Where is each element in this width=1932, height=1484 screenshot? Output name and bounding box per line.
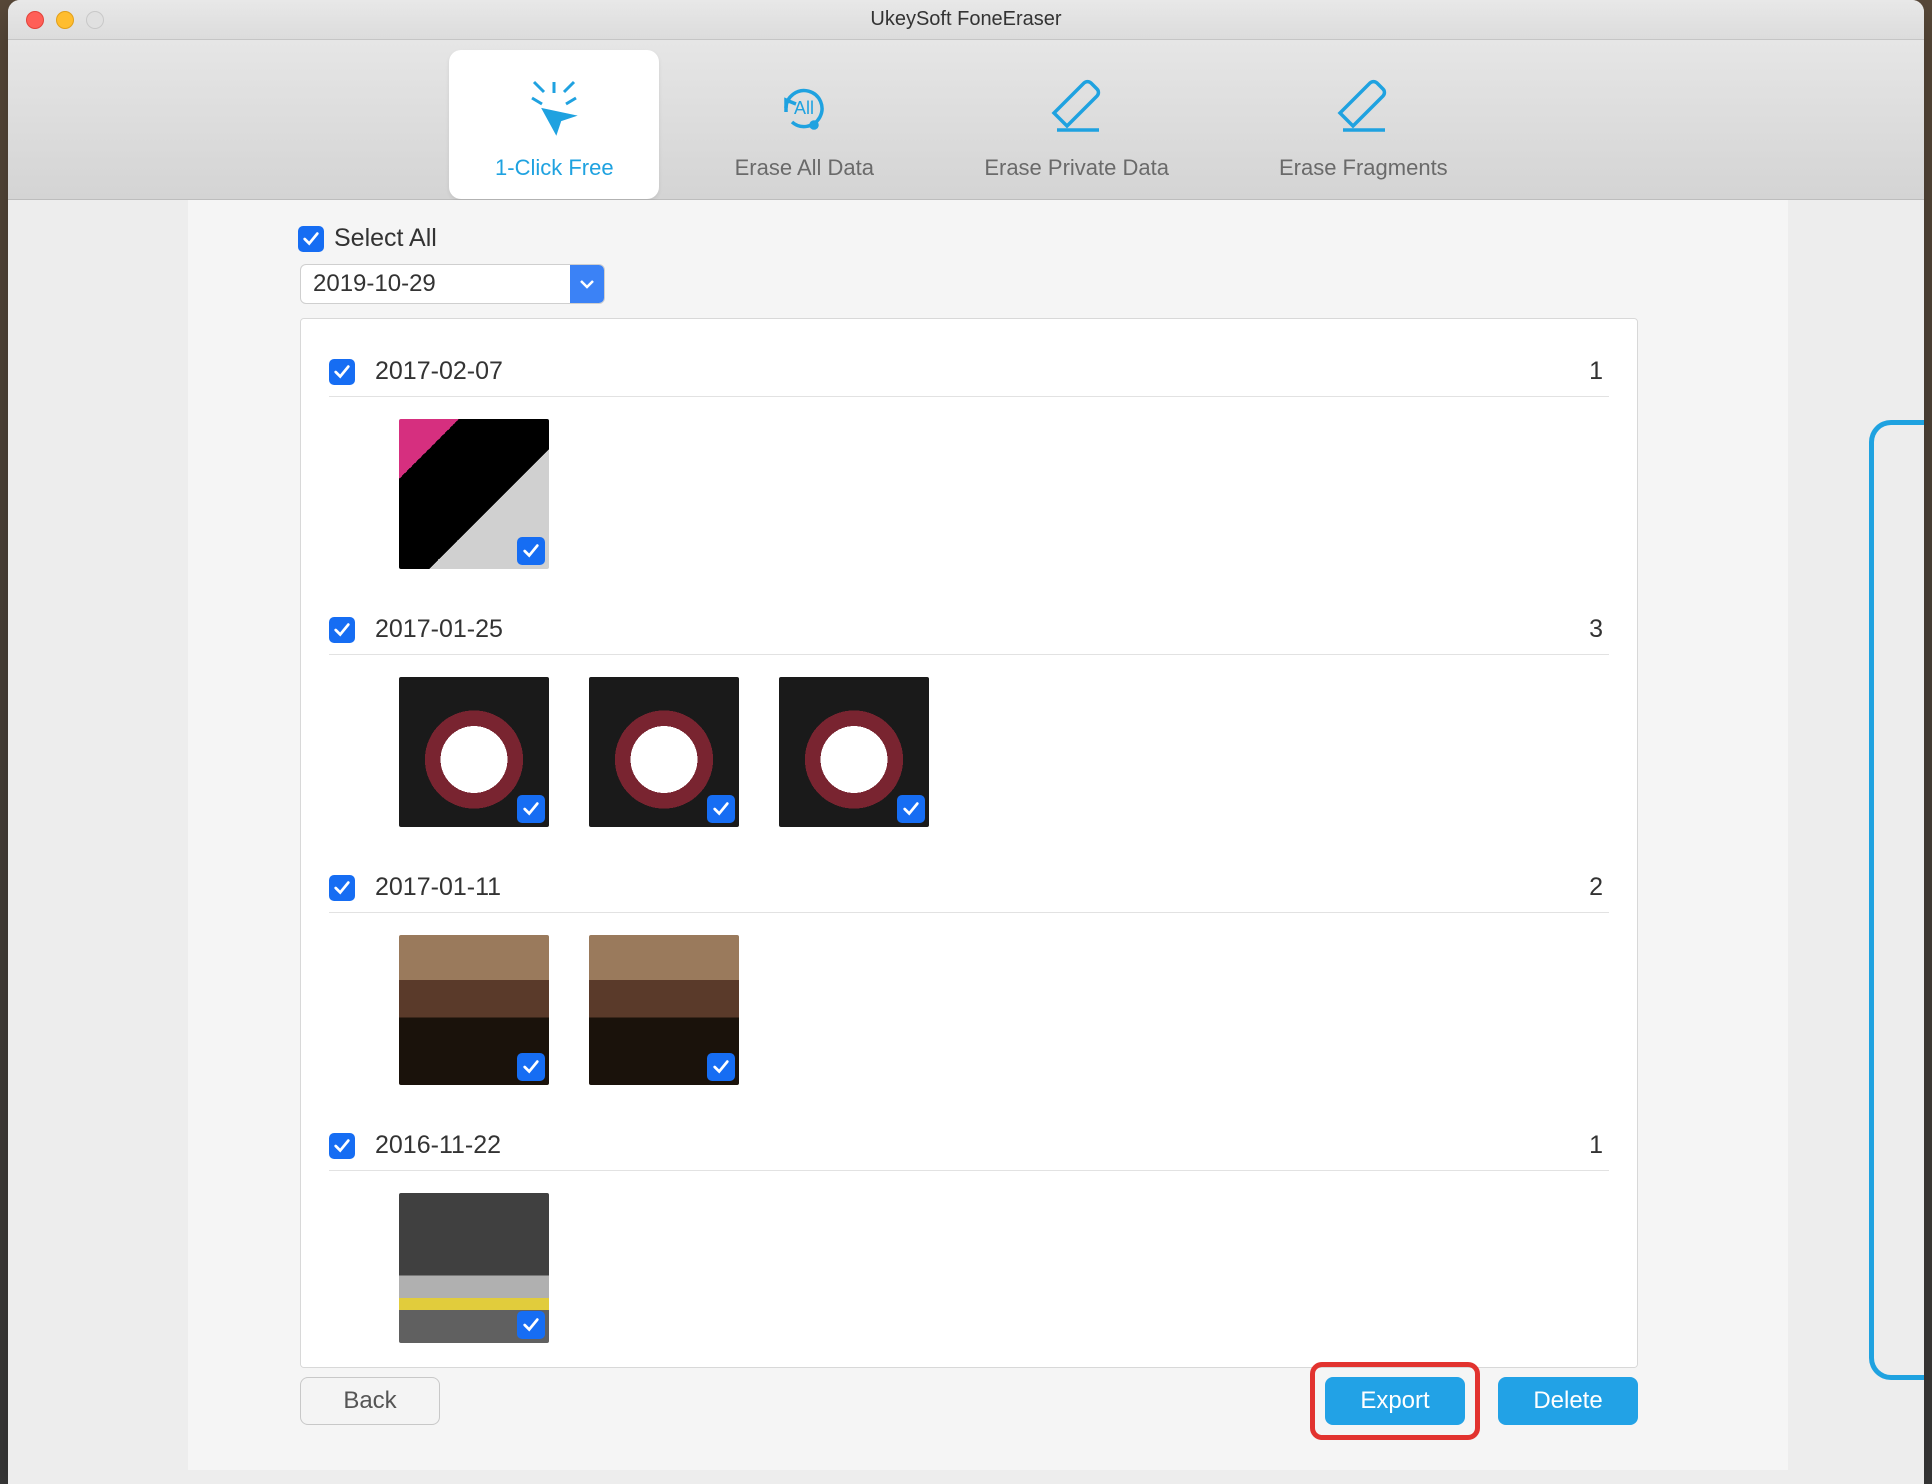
group-count: 3 [1589,615,1609,644]
photo-groups-scroll[interactable]: 2017-02-07 1 2017-01-25 3 [300,318,1638,1368]
delete-button[interactable]: Delete [1498,1377,1638,1425]
tab-erase-all-data[interactable]: All Erase All Data [699,50,909,199]
tab-erase-fragments[interactable]: Erase Fragments [1244,50,1483,199]
window-maximize-button[interactable] [86,11,104,29]
select-all-checkbox[interactable] [298,226,324,252]
group-header: 2016-11-22 1 [329,1119,1609,1171]
group-date: 2017-01-25 [375,615,1569,644]
click-free-icon [524,78,584,143]
date-filter-dropdown[interactable]: 2019-10-29 [300,264,605,304]
background-decoration [1869,420,1924,1380]
export-highlight: Export [1310,1362,1480,1440]
dropdown-arrow-icon [570,265,604,303]
export-button[interactable]: Export [1325,1377,1465,1425]
group-date: 2016-11-22 [375,1131,1569,1160]
thumbs-row [329,397,1609,597]
eraser-icon [1333,78,1393,143]
svg-text:All: All [794,98,814,118]
thumb-checkbox[interactable] [707,795,735,823]
thumbs-row [329,655,1609,855]
group-header: 2017-02-07 1 [329,345,1609,397]
photo-thumbnail[interactable] [589,935,739,1085]
photo-thumbnail[interactable] [399,935,549,1085]
group-header: 2017-01-11 2 [329,861,1609,913]
group-checkbox[interactable] [329,1133,355,1159]
back-button[interactable]: Back [300,1377,440,1425]
photo-selection-panel: Select All 2019-10-29 2017-02-07 1 [188,200,1788,1470]
thumb-checkbox[interactable] [707,1053,735,1081]
bottom-action-bar: Back Export Delete [300,1362,1638,1440]
group-date: 2017-02-07 [375,357,1569,386]
thumb-checkbox[interactable] [517,1053,545,1081]
group-count: 1 [1589,1131,1609,1160]
photo-thumbnail[interactable] [399,677,549,827]
thumb-checkbox[interactable] [517,795,545,823]
tab-erase-private-data[interactable]: Erase Private Data [949,50,1204,199]
group-count: 2 [1589,873,1609,902]
main-toolbar: 1-Click Free All Erase All Data [8,40,1924,200]
photo-thumbnail[interactable] [399,1193,549,1343]
thumbs-row [329,913,1609,1113]
window-title: UkeySoft FoneEraser [870,8,1061,31]
thumbs-row [329,1171,1609,1368]
select-all-label: Select All [334,224,437,253]
group-count: 1 [1589,357,1609,386]
window-close-button[interactable] [26,11,44,29]
erase-all-icon: All [774,78,834,143]
tab-label: 1-Click Free [495,155,614,181]
tab-label: Erase Fragments [1279,155,1448,181]
photo-thumbnail[interactable] [399,419,549,569]
group-header: 2017-01-25 3 [329,603,1609,655]
photo-thumbnail[interactable] [589,677,739,827]
thumb-checkbox[interactable] [897,795,925,823]
group-checkbox[interactable] [329,875,355,901]
titlebar: UkeySoft FoneEraser [8,0,1924,40]
date-filter-value: 2019-10-29 [313,270,436,298]
window-minimize-button[interactable] [56,11,74,29]
group-date: 2017-01-11 [375,873,1569,902]
content-area: Select All 2019-10-29 2017-02-07 1 [8,200,1924,1484]
tab-1click-free[interactable]: 1-Click Free [449,50,659,199]
tab-label: Erase All Data [735,155,874,181]
eraser-icon [1047,78,1107,143]
group-checkbox[interactable] [329,359,355,385]
group-checkbox[interactable] [329,617,355,643]
tab-label: Erase Private Data [984,155,1169,181]
photo-thumbnail[interactable] [779,677,929,827]
thumb-checkbox[interactable] [517,537,545,565]
app-window: UkeySoft FoneEraser 1-Click Free [8,0,1924,1484]
thumb-checkbox[interactable] [517,1311,545,1339]
